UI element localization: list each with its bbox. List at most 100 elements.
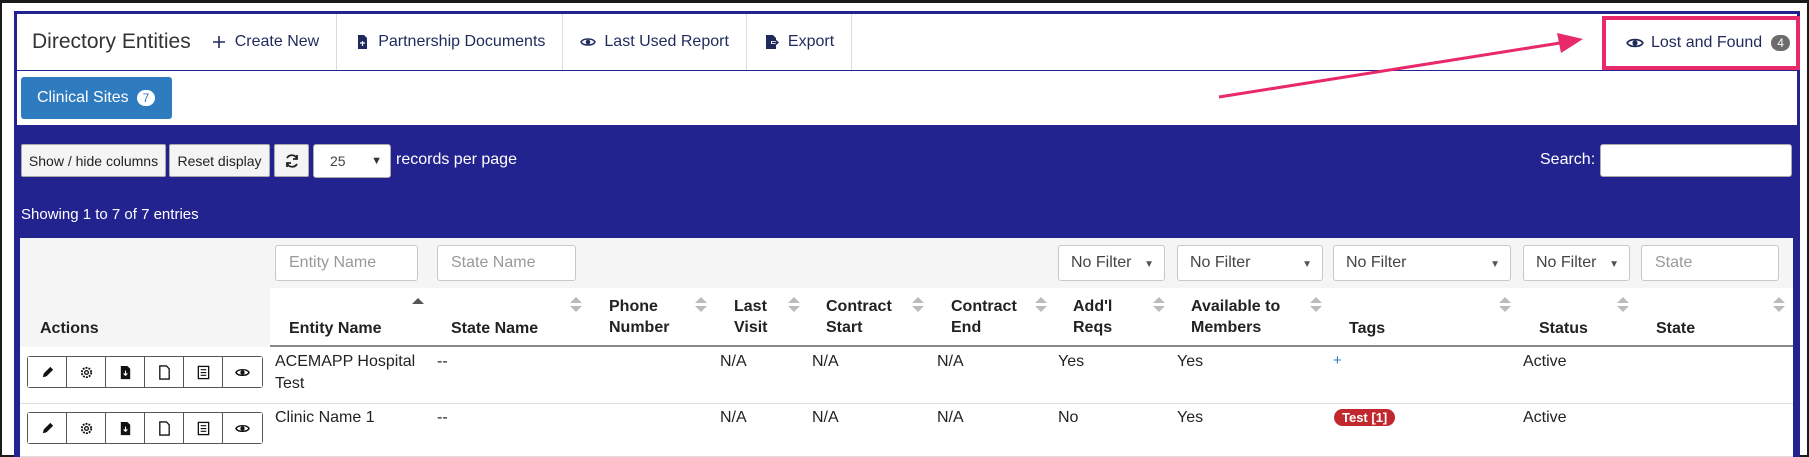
showing-entries-text: Showing 1 to 7 of 7 entries [21, 206, 199, 223]
last-visit-header-line1: Last [734, 298, 767, 315]
entity-name-cell[interactable]: Clinic Name 1 [275, 407, 375, 429]
file-icon [158, 364, 170, 380]
create-new-label: Create New [234, 33, 320, 50]
addl-reqs-cell: Yes [1058, 353, 1085, 370]
available-filter[interactable]: No Filter ▼ [1177, 245, 1323, 281]
search-input[interactable] [1600, 144, 1792, 177]
tags-filter-value: No Filter [1346, 254, 1407, 271]
chevron-down-icon: ▼ [1609, 259, 1619, 270]
list-icon [197, 421, 209, 435]
row-actions [27, 356, 263, 388]
lost-and-found-label: Lost and Found [1651, 34, 1763, 51]
contract-start-column-header[interactable]: Contract Start [826, 296, 892, 338]
settings-button[interactable] [67, 413, 106, 443]
last-visit-cell: N/A [720, 353, 747, 370]
tags-column-header[interactable]: Tags [1349, 318, 1385, 339]
file-icon [158, 420, 170, 436]
list-button[interactable] [184, 413, 223, 443]
addl-reqs-column-header[interactable]: Add'l Reqs [1073, 296, 1112, 338]
state-name-column-header[interactable]: State Name [451, 318, 538, 339]
sort-icon[interactable] [1617, 296, 1629, 314]
contract-end-cell: N/A [937, 409, 964, 426]
page-title: Directory Entities [32, 30, 191, 53]
document-button[interactable] [145, 413, 184, 443]
sort-icon[interactable] [1035, 296, 1047, 314]
state-name-cell: -- [437, 409, 448, 426]
phone-number-column-header[interactable]: Phone Number [609, 296, 669, 338]
state-name-filter[interactable]: State Name [437, 245, 576, 281]
chevron-down-icon: ▼ [1302, 259, 1312, 270]
table-row: Clinic Name 1 -- N/A N/A N/A No Yes Test… [20, 404, 1793, 457]
download-document-button[interactable] [106, 357, 145, 387]
sort-icon[interactable] [570, 296, 582, 314]
available-filter-value: No Filter [1190, 254, 1251, 271]
tags-filter[interactable]: No Filter ▼ [1333, 245, 1511, 281]
addl-reqs-header-line1: Add'l [1073, 298, 1113, 315]
status-cell: Active [1523, 353, 1567, 370]
eye-icon [235, 368, 250, 376]
tab-clinical-sites[interactable]: Clinical Sites 7 [21, 77, 172, 119]
sort-icon[interactable] [788, 296, 800, 314]
available-column-header[interactable]: Available to Members [1191, 296, 1280, 338]
available-cell: Yes [1177, 409, 1204, 426]
reset-display-button[interactable]: Reset display [169, 144, 270, 177]
addl-reqs-filter-value: No Filter [1071, 254, 1132, 271]
page-size-select[interactable]: 25 ▼ [313, 144, 391, 178]
contract-start-cell: N/A [812, 409, 839, 426]
sort-icon[interactable] [912, 296, 924, 314]
refresh-icon [285, 153, 298, 168]
sort-icon[interactable] [1310, 296, 1322, 314]
document-button[interactable] [145, 357, 184, 387]
tag-badge[interactable]: Test [1] [1334, 409, 1396, 426]
sort-icon[interactable] [1153, 296, 1165, 314]
view-button[interactable] [223, 413, 262, 443]
last-visit-column-header[interactable]: Last Visit [734, 296, 768, 338]
entity-name-cell[interactable]: ACEMAPP Hospital Test [275, 351, 415, 395]
partnership-documents-button[interactable]: Partnership Documents [337, 14, 564, 70]
lost-and-found-button[interactable]: Lost and Found 4 [1602, 16, 1800, 70]
available-cell: Yes [1177, 353, 1204, 370]
create-new-button[interactable]: Create New [209, 14, 338, 70]
sort-icon[interactable] [1773, 296, 1785, 314]
status-column-header[interactable]: Status [1539, 318, 1588, 339]
eye-icon [1626, 38, 1644, 48]
view-button[interactable] [223, 357, 262, 387]
tab-count-badge: 7 [136, 90, 156, 106]
available-header-line2: Members [1191, 319, 1262, 336]
list-button[interactable] [184, 357, 223, 387]
sort-icon[interactable] [695, 296, 707, 314]
page-size-value: 25 [330, 153, 346, 169]
download-document-button[interactable] [106, 413, 145, 443]
status-filter[interactable]: No Filter ▼ [1523, 245, 1630, 281]
sort-asc-icon[interactable] [412, 296, 424, 314]
edit-button[interactable] [28, 357, 67, 387]
state-name-cell: -- [437, 353, 448, 370]
last-used-report-button[interactable]: Last Used Report [563, 14, 747, 70]
export-icon [765, 35, 779, 49]
show-hide-columns-button[interactable]: Show / hide columns [21, 144, 166, 177]
last-used-report-label: Last Used Report [604, 33, 729, 50]
state-filter[interactable]: State [1641, 245, 1779, 281]
partnership-documents-label: Partnership Documents [378, 33, 546, 50]
refresh-button[interactable] [274, 144, 309, 177]
add-tag-link[interactable]: + [1333, 352, 1342, 369]
addl-reqs-filter[interactable]: No Filter ▼ [1058, 245, 1165, 281]
eye-icon [235, 424, 250, 432]
sort-icon[interactable] [1499, 296, 1511, 314]
data-table: Entity Name State Name No Filter ▼ No Fi… [20, 238, 1793, 457]
chevron-down-icon: ▼ [1144, 259, 1154, 270]
contract-start-cell: N/A [812, 353, 839, 370]
chevron-down-icon: ▼ [1490, 259, 1500, 270]
contract-end-column-header[interactable]: Contract End [951, 296, 1017, 338]
edit-button[interactable] [28, 413, 67, 443]
entity-name-column-header[interactable]: Entity Name [289, 318, 381, 339]
entity-name-filter[interactable]: Entity Name [275, 245, 418, 281]
phone-header-line1: Phone [609, 298, 658, 315]
top-nav: Directory Entities Create New Partnershi… [17, 14, 1797, 71]
settings-button[interactable] [67, 357, 106, 387]
state-column-header[interactable]: State [1656, 318, 1695, 339]
lost-and-found-count-badge: 4 [1771, 35, 1790, 51]
export-button[interactable]: Export [747, 14, 853, 70]
list-icon [197, 365, 209, 379]
filter-row: Entity Name State Name No Filter ▼ No Fi… [20, 238, 1793, 288]
